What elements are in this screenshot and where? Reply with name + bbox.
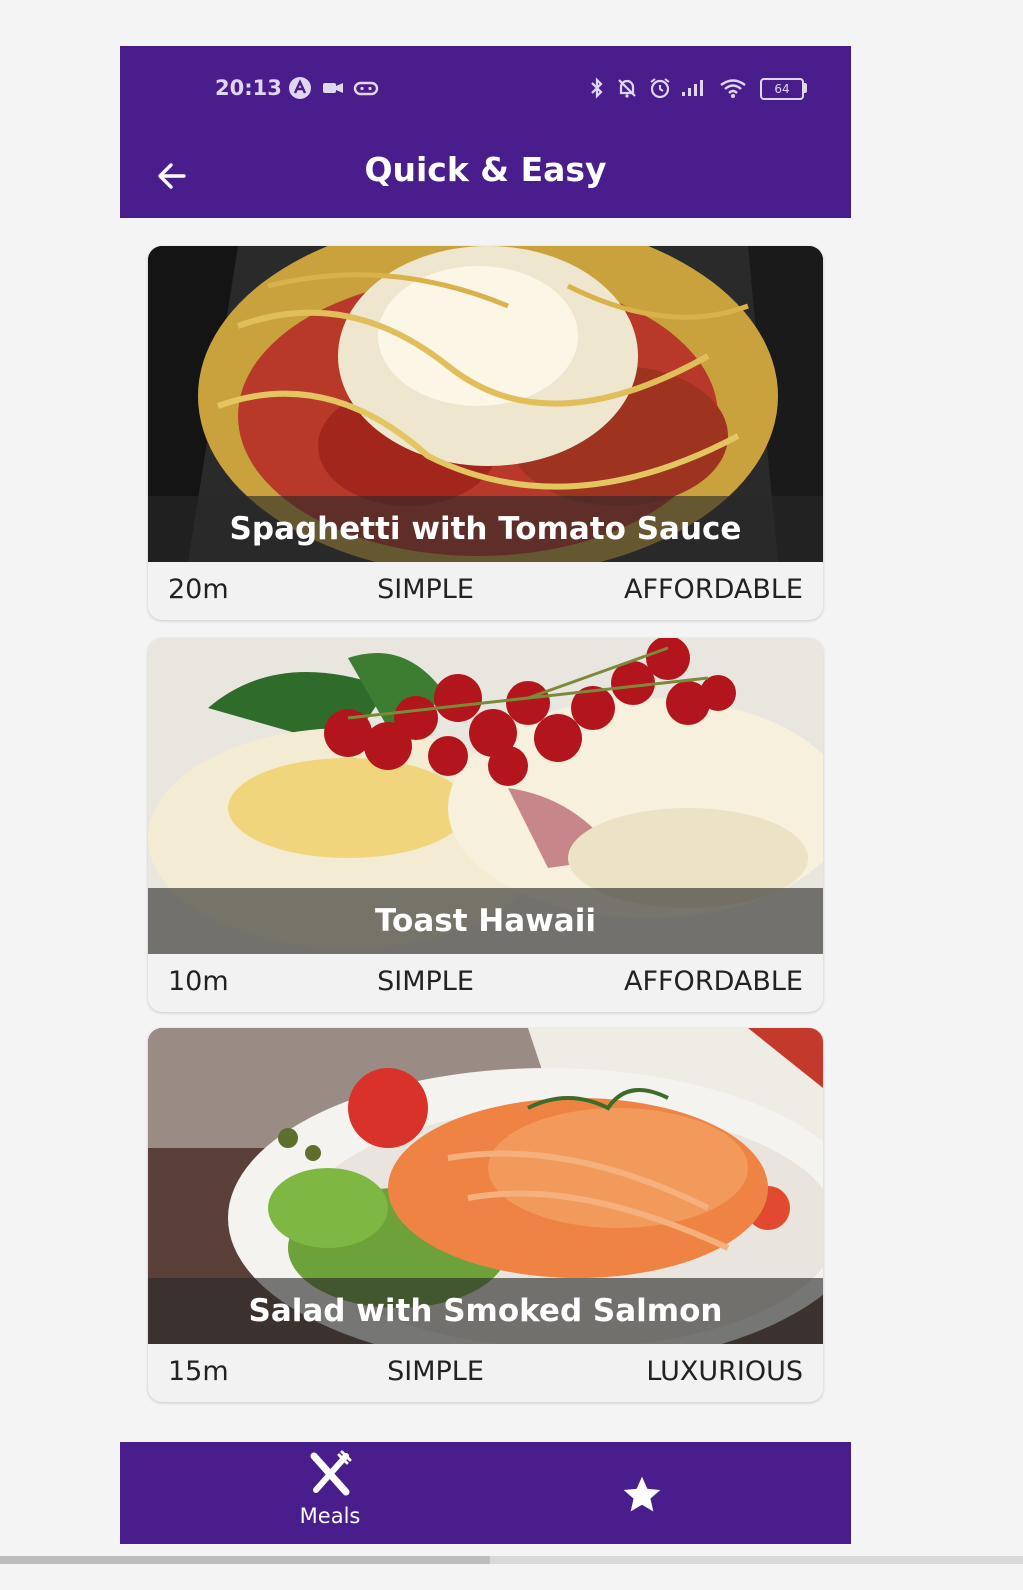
camera-icon bbox=[323, 83, 343, 93]
battery-tip bbox=[803, 83, 807, 93]
fork-knife-icon bbox=[310, 1450, 352, 1496]
meal-complexity: SIMPLE bbox=[387, 1356, 484, 1387]
meal-affordability: AFFORDABLE bbox=[624, 966, 803, 997]
meal-title: Toast Hawaii bbox=[148, 888, 823, 954]
meal-card[interactable]: Spaghetti with Tomato Sauce 20m SIMPLE A… bbox=[148, 246, 823, 620]
battery-icon: 64 bbox=[760, 78, 804, 100]
gamepad-icon bbox=[353, 81, 379, 96]
meal-card[interactable]: Toast Hawaii 10m SIMPLE AFFORDABLE bbox=[148, 638, 823, 1012]
meal-image: Toast Hawaii bbox=[148, 638, 823, 954]
meal-complexity: SIMPLE bbox=[377, 966, 474, 997]
battery-level: 64 bbox=[774, 82, 790, 96]
page-title: Quick & Easy bbox=[364, 150, 607, 189]
meal-image: Spaghetti with Tomato Sauce bbox=[148, 246, 823, 562]
app-bar: Quick & Easy bbox=[120, 132, 851, 218]
wifi-icon bbox=[720, 79, 746, 98]
signal-icon bbox=[682, 80, 703, 96]
nav-meals-label: Meals bbox=[299, 1504, 361, 1528]
phone-screen: 20:13 64 Quick & Easy Spaghetti with Tom… bbox=[120, 46, 851, 1544]
bottom-nav: Meals bbox=[120, 1442, 851, 1544]
meal-affordability: AFFORDABLE bbox=[624, 574, 803, 605]
alarm-icon bbox=[650, 78, 670, 99]
nav-tab-meals[interactable]: Meals bbox=[240, 1450, 420, 1540]
nav-tab-favorites[interactable] bbox=[552, 1450, 732, 1540]
status-bar: 20:13 64 bbox=[120, 46, 851, 132]
meal-meta: 10m SIMPLE AFFORDABLE bbox=[148, 954, 823, 1012]
bell-off-icon bbox=[618, 79, 636, 98]
status-time: 20:13 bbox=[215, 76, 282, 100]
meal-meta: 15m SIMPLE LUXURIOUS bbox=[148, 1344, 823, 1402]
meal-image: Salad with Smoked Salmon bbox=[148, 1028, 823, 1344]
meal-meta: 20m SIMPLE AFFORDABLE bbox=[148, 562, 823, 620]
bluetooth-icon bbox=[591, 77, 603, 99]
star-icon bbox=[623, 1476, 661, 1512]
meal-complexity: SIMPLE bbox=[377, 574, 474, 605]
meal-title: Spaghetti with Tomato Sauce bbox=[148, 496, 823, 562]
meal-card[interactable]: Salad with Smoked Salmon 15m SIMPLE LUXU… bbox=[148, 1028, 823, 1402]
meal-title: Salad with Smoked Salmon bbox=[148, 1278, 823, 1344]
meal-affordability: LUXURIOUS bbox=[646, 1356, 803, 1387]
page-scrollbar[interactable] bbox=[0, 1556, 1023, 1564]
scrollbar-thumb[interactable] bbox=[0, 1556, 490, 1564]
a-badge-icon bbox=[289, 77, 311, 99]
